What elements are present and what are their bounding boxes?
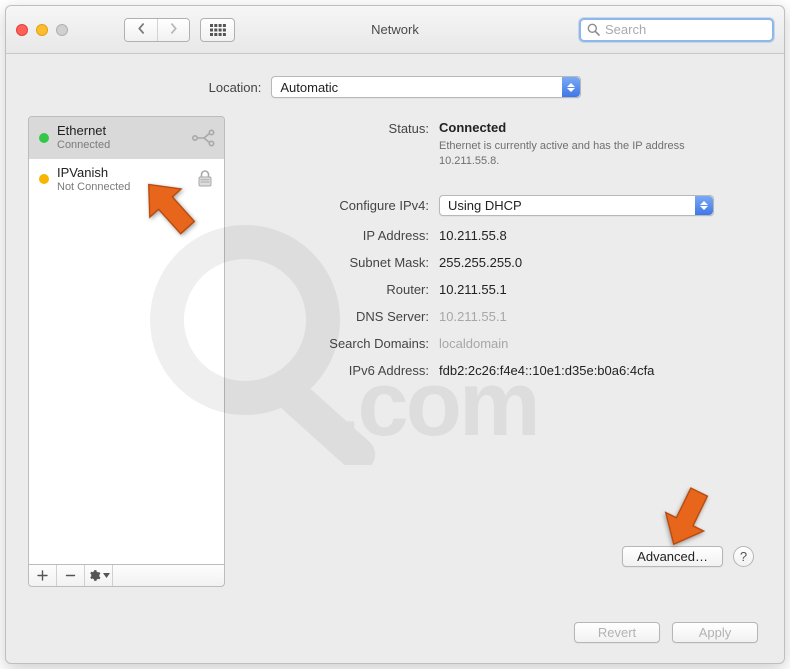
apply-button[interactable]: Apply — [672, 622, 758, 643]
service-name: Ethernet — [57, 124, 110, 139]
status-label: Status: — [283, 120, 429, 169]
chevron-down-icon — [103, 573, 110, 578]
configure-ipv4-value: Using DHCP — [448, 198, 522, 213]
add-service-button[interactable] — [29, 565, 57, 586]
advanced-button[interactable]: Advanced… — [622, 546, 723, 567]
window-zoom-button[interactable] — [56, 24, 68, 36]
nav-back-button[interactable] — [125, 19, 157, 41]
location-popup[interactable]: Automatic — [271, 76, 581, 98]
ethernet-icon — [192, 128, 216, 148]
search-icon — [587, 23, 600, 36]
grid-icon — [210, 24, 226, 36]
service-status: Not Connected — [57, 181, 130, 194]
search-field[interactable] — [579, 18, 774, 42]
revert-button[interactable]: Revert — [574, 622, 660, 643]
services-list[interactable]: Ethernet Connected IP — [28, 116, 225, 564]
popup-stepper-cap — [695, 196, 713, 215]
window-minimize-button[interactable] — [36, 24, 48, 36]
service-actions-menu[interactable] — [85, 565, 113, 586]
status-description: Ethernet is currently active and has the… — [439, 139, 746, 169]
subnet-mask-value: 255.255.255.0 — [439, 255, 522, 270]
chevron-up-icon — [567, 83, 575, 87]
chevron-right-icon — [168, 23, 179, 34]
chevron-left-icon — [136, 23, 147, 34]
service-name: IPVanish — [57, 166, 130, 181]
vpn-lock-icon — [194, 169, 216, 189]
remove-service-button[interactable] — [57, 565, 85, 586]
help-button[interactable]: ? — [733, 546, 754, 567]
dns-server-value: 10.211.55.1 — [439, 309, 507, 324]
nav-back-forward-group — [124, 18, 190, 42]
location-label: Location: — [209, 80, 262, 95]
ip-address-label: IP Address: — [283, 228, 429, 243]
status-dot-connected — [39, 133, 49, 143]
configure-ipv4-label: Configure IPv4: — [283, 198, 429, 213]
service-status: Connected — [57, 139, 110, 152]
router-label: Router: — [283, 282, 429, 297]
minus-icon — [65, 570, 76, 581]
service-item-ethernet[interactable]: Ethernet Connected — [29, 117, 224, 159]
location-row: Location: Automatic — [6, 54, 784, 116]
window-close-button[interactable] — [16, 24, 28, 36]
status-value: Connected — [439, 120, 746, 135]
show-all-prefs-button[interactable] — [200, 18, 235, 42]
ip-address-value: 10.211.55.8 — [439, 228, 507, 243]
window-titlebar: Network — [6, 6, 784, 54]
chevron-down-icon — [700, 206, 708, 210]
search-input[interactable] — [605, 22, 766, 37]
services-footer-bar — [28, 564, 225, 587]
chevron-up-icon — [700, 201, 708, 205]
search-domains-value: localdomain — [439, 336, 508, 351]
subnet-mask-label: Subnet Mask: — [283, 255, 429, 270]
ipv6-address-label: IPv6 Address: — [283, 363, 429, 378]
gear-icon — [88, 569, 101, 582]
status-dot-not-connected — [39, 174, 49, 184]
service-item-ipvanish[interactable]: IPVanish Not Connected — [29, 159, 224, 201]
nav-forward-button[interactable] — [157, 19, 189, 41]
service-details-panel: Status: Connected Ethernet is currently … — [243, 116, 766, 587]
chevron-down-icon — [567, 88, 575, 92]
location-selected-value: Automatic — [280, 80, 338, 95]
ipv6-address-value: fdb2:2c26:f4e4::10e1:d35e:b0a6:4cfa — [439, 363, 654, 378]
popup-stepper-cap — [562, 77, 580, 97]
window-traffic-lights — [16, 24, 68, 36]
search-domains-label: Search Domains: — [283, 336, 429, 351]
router-value: 10.211.55.1 — [439, 282, 507, 297]
dns-server-label: DNS Server: — [283, 309, 429, 324]
configure-ipv4-popup[interactable]: Using DHCP — [439, 195, 714, 216]
plus-icon — [37, 570, 48, 581]
services-sidebar: Ethernet Connected IP — [28, 116, 225, 587]
